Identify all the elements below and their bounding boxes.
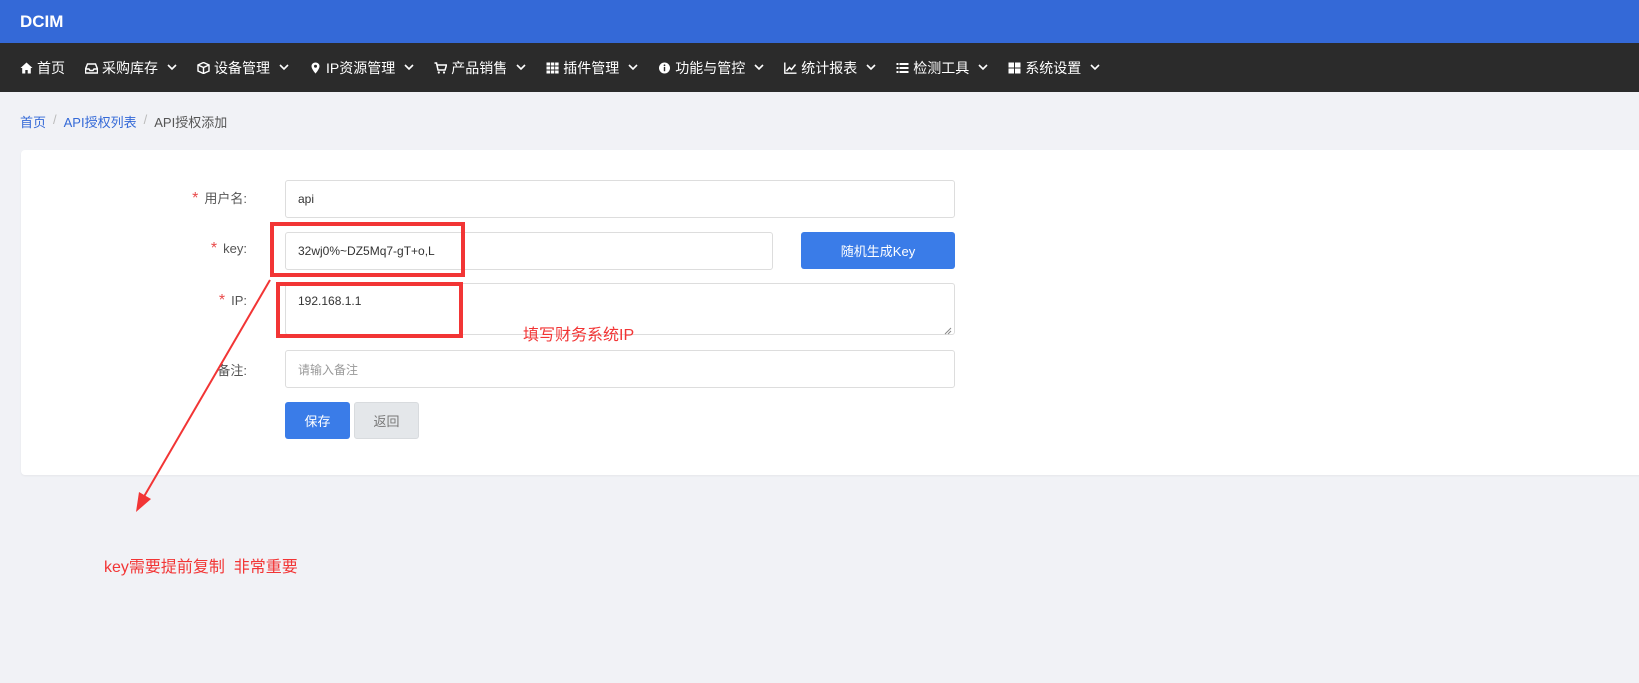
back-button[interactable]: 返回 <box>354 402 419 439</box>
chevron-down-icon <box>167 64 177 71</box>
info-circle-icon <box>658 62 671 74</box>
breadcrumb-separator: / <box>53 112 57 127</box>
save-button[interactable]: 保存 <box>285 402 350 439</box>
breadcrumb-home-link[interactable]: 首页 <box>20 112 46 131</box>
nav-item-home[interactable]: 首页 <box>20 58 65 78</box>
required-mark: * <box>192 190 199 207</box>
chevron-down-icon <box>279 64 289 71</box>
key-highlight-box <box>270 222 465 277</box>
username-input[interactable]: api <box>285 180 955 218</box>
ip-label: * IP: <box>218 292 247 309</box>
map-marker-icon <box>309 62 322 74</box>
remark-input[interactable]: 请输入备注 <box>285 350 955 388</box>
brand-logo[interactable]: DCIM <box>20 12 63 32</box>
chevron-down-icon <box>978 64 988 71</box>
nav-label: 统计报表 <box>801 59 858 76</box>
windows-icon <box>1008 62 1021 74</box>
nav-label: 设备管理 <box>214 59 270 76</box>
key-annotation-note: key需要提前复制 非常重要 <box>104 559 298 576</box>
cart-icon <box>434 61 448 74</box>
grid-icon <box>546 62 559 74</box>
username-label: * 用户名: <box>192 190 247 207</box>
nav-item-purchase-inventory[interactable]: 采购库存 <box>85 58 177 78</box>
nav-item-function-control[interactable]: 功能与管控 <box>658 58 764 78</box>
nav-item-system-settings[interactable]: 系统设置 <box>1008 58 1100 78</box>
nav-label: 插件管理 <box>563 59 620 76</box>
top-header-bar: DCIM <box>0 0 1639 43</box>
ip-annotation-note: 填写财务系统IP <box>523 327 635 344</box>
ip-highlight-box <box>276 282 463 338</box>
resize-handle-icon[interactable] <box>944 324 952 335</box>
chevron-down-icon <box>516 64 526 71</box>
required-mark: * <box>218 292 226 309</box>
nav-item-device-management[interactable]: 设备管理 <box>197 58 289 78</box>
nav-item-statistics-reports[interactable]: 统计报表 <box>784 58 876 78</box>
nav-item-plugin-management[interactable]: 插件管理 <box>546 58 638 78</box>
nav-label: IP资源管理 <box>326 59 396 76</box>
line-chart-icon <box>784 62 797 74</box>
chevron-down-icon <box>866 64 876 71</box>
generate-key-button[interactable]: 随机生成Key <box>801 232 955 269</box>
chevron-down-icon <box>404 64 414 71</box>
nav-label: 系统设置 <box>1025 59 1082 76</box>
home-icon <box>20 62 33 74</box>
inbox-icon <box>85 62 98 74</box>
nav-item-detection-tools[interactable]: 检测工具 <box>896 58 988 78</box>
remark-label: 备注: <box>217 363 247 378</box>
nav-label: 采购库存 <box>102 59 158 76</box>
nav-item-ip-resource-management[interactable]: IP资源管理 <box>309 58 414 78</box>
required-mark: * <box>210 240 218 257</box>
nav-label: 功能与管控 <box>675 59 746 76</box>
nav-label: 首页 <box>37 59 65 76</box>
breadcrumb-api-list-link[interactable]: API授权列表 <box>64 112 137 131</box>
nav-label: 检测工具 <box>913 59 970 76</box>
breadcrumb: 首页 / API授权列表 / API授权添加 <box>20 112 227 131</box>
nav-item-product-sales[interactable]: 产品销售 <box>434 58 526 78</box>
nav-label: 产品销售 <box>451 59 508 76</box>
chevron-down-icon <box>754 64 764 71</box>
chevron-down-icon <box>628 64 638 71</box>
chevron-down-icon <box>1090 64 1100 71</box>
breadcrumb-current: API授权添加 <box>154 115 228 130</box>
key-label: * key: <box>210 240 247 257</box>
breadcrumb-separator: / <box>143 112 148 127</box>
cube-icon <box>197 61 210 74</box>
list-icon <box>896 62 909 74</box>
main-navbar: 首页 采购库存 设备管理 IP资源管理 产品销售 插件管理 功能与管控 统计报表… <box>0 43 1639 92</box>
